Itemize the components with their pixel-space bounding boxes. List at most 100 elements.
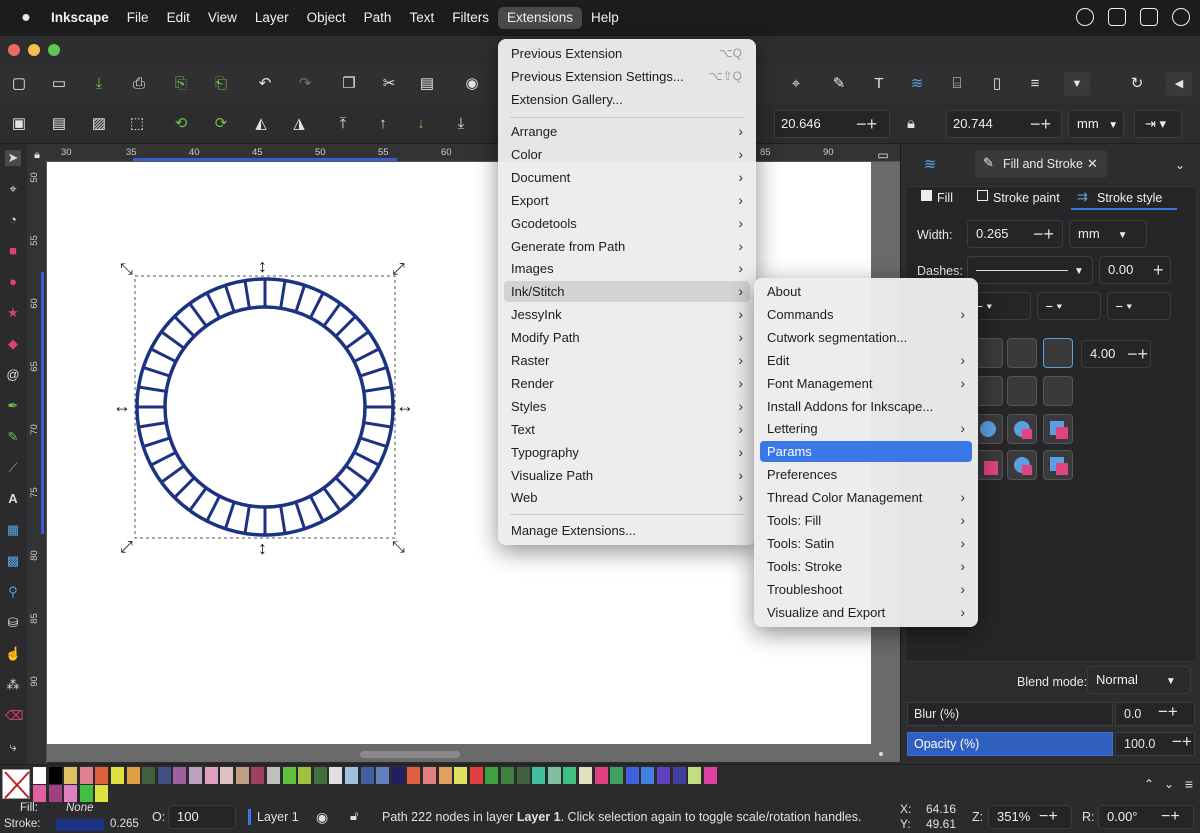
- menu-item-ink-stitch[interactable]: Ink/Stitch ›: [504, 281, 750, 303]
- color-swatch[interactable]: [313, 767, 327, 784]
- palette-menu-icon[interactable]: ≡: [1180, 775, 1198, 793]
- stroke-paint-tab[interactable]: Stroke paint: [993, 191, 1060, 205]
- rotation-field[interactable]: 0.00° −+: [1098, 805, 1194, 829]
- lower-icon[interactable]: ↓: [412, 115, 430, 133]
- snap-icon[interactable]: ⌖: [787, 75, 805, 93]
- more-icon[interactable]: ▼: [1064, 72, 1090, 96]
- power-icon[interactable]: [1076, 8, 1094, 26]
- color-swatch[interactable]: [454, 767, 468, 784]
- import-icon[interactable]: ⎘: [172, 75, 190, 93]
- color-swatch[interactable]: [360, 767, 374, 784]
- shape-builder-icon[interactable]: ◔: [5, 212, 21, 228]
- raise-icon[interactable]: ↑: [374, 115, 392, 133]
- close-tab-icon[interactable]: ✕: [1087, 156, 1098, 172]
- menu-app[interactable]: Inkscape: [42, 7, 118, 29]
- menu-item-previous-extension[interactable]: Previous Extension ⌥Q: [504, 43, 750, 64]
- width-minus-plus[interactable]: −+: [1033, 221, 1054, 247]
- color-swatch[interactable]: [64, 785, 78, 802]
- menu-item-visualize-path[interactable]: Visualize Path ›: [504, 465, 750, 486]
- palette-scroll-up-icon[interactable]: ⌃: [1140, 775, 1158, 793]
- cut-icon[interactable]: ✂: [380, 75, 398, 93]
- color-swatch[interactable]: [220, 767, 234, 784]
- submenu-item-troubleshoot[interactable]: Troubleshoot ›: [760, 579, 972, 600]
- fill-stroke-tab[interactable]: ✎ Fill and Stroke ✕: [975, 150, 1107, 178]
- color-swatch[interactable]: [157, 767, 171, 784]
- color-swatch[interactable]: [64, 767, 78, 784]
- rotate-ccw-icon[interactable]: ⟲: [172, 115, 190, 133]
- minimize-window-icon[interactable]: [28, 44, 40, 56]
- menu-help[interactable]: Help: [582, 7, 628, 29]
- menu-text[interactable]: Text: [400, 7, 443, 29]
- color-swatch[interactable]: [345, 767, 358, 784]
- stroke-color-swatch[interactable]: [56, 819, 104, 831]
- menu-item-color[interactable]: Color ›: [504, 144, 750, 165]
- blur-slider[interactable]: Blur (%): [907, 702, 1113, 726]
- menu-item-render[interactable]: Render ›: [504, 373, 750, 394]
- menu-view[interactable]: View: [199, 7, 246, 29]
- color-swatch[interactable]: [142, 767, 156, 784]
- paint-bucket-icon[interactable]: ⛁: [5, 615, 21, 631]
- color-swatch[interactable]: [95, 767, 109, 784]
- lower-bottom-icon[interactable]: ⤓: [452, 115, 470, 133]
- miter-minus-plus[interactable]: −+: [1127, 341, 1148, 367]
- color-swatch[interactable]: [688, 767, 702, 784]
- menu-filters[interactable]: Filters: [443, 7, 498, 29]
- stroke-width-indicator[interactable]: 0.265: [110, 818, 139, 830]
- paint-order-icon[interactable]: [1007, 450, 1037, 480]
- submenu-item-preferences[interactable]: Preferences: [760, 464, 972, 485]
- color-swatch[interactable]: [235, 767, 249, 784]
- color-swatch[interactable]: [48, 767, 62, 784]
- save-icon[interactable]: ⤓: [90, 75, 108, 93]
- order-markers-icon[interactable]: [1043, 414, 1073, 444]
- color-swatch[interactable]: [641, 767, 655, 784]
- layer-lock-icon[interactable]: 🔓︎: [350, 808, 358, 824]
- color-swatch[interactable]: [407, 767, 421, 784]
- flip-horizontal-icon[interactable]: ◭: [252, 115, 270, 133]
- selector-tool-icon[interactable]: ➤: [5, 150, 21, 166]
- transform-options[interactable]: ⇥ ▾: [1134, 110, 1182, 138]
- raise-top-icon[interactable]: ⤒: [334, 115, 352, 133]
- cap-square-icon[interactable]: [1043, 376, 1073, 406]
- align-icon[interactable]: ≡: [1026, 75, 1044, 93]
- submenu-item-params[interactable]: Params: [760, 441, 972, 463]
- menu-item-raster[interactable]: Raster ›: [504, 350, 750, 371]
- horizontal-scrollbar[interactable]: [360, 751, 460, 758]
- layer-visibility-icon[interactable]: ◉: [316, 809, 328, 826]
- dropper-tool-icon[interactable]: ⚲: [5, 584, 21, 600]
- calligraphy-tool-icon[interactable]: ⟋: [5, 460, 21, 476]
- color-swatch[interactable]: [33, 767, 46, 784]
- flip-vertical-icon[interactable]: ◮: [290, 115, 308, 133]
- stroke-paint-tab-icon[interactable]: [977, 190, 988, 201]
- open-icon[interactable]: ▭: [50, 75, 68, 93]
- submenu-item-font-management[interactable]: Font Management ›: [760, 373, 972, 394]
- menu-item-styles[interactable]: Styles ›: [504, 396, 750, 417]
- redo-icon[interactable]: ↷: [296, 75, 314, 93]
- menu-path[interactable]: Path: [355, 7, 401, 29]
- color-swatch[interactable]: [204, 767, 218, 784]
- spiral-tool-icon[interactable]: @: [5, 367, 21, 383]
- rectangle-tool-icon[interactable]: ■: [5, 243, 21, 259]
- paste-icon[interactable]: ▤: [418, 75, 436, 93]
- opacity-field[interactable]: 100.0 −+: [1115, 732, 1195, 756]
- print-icon[interactable]: ⎙: [130, 75, 148, 93]
- color-swatch[interactable]: [267, 767, 280, 784]
- color-swatch[interactable]: [33, 785, 46, 802]
- menu-item-document[interactable]: Document ›: [504, 167, 750, 188]
- ellipse-tool-icon[interactable]: ●: [5, 274, 21, 290]
- zoom-field[interactable]: 351% −+: [988, 805, 1072, 829]
- dash-offset-plus[interactable]: +: [1153, 257, 1164, 283]
- gradient-tool-icon[interactable]: ▦: [5, 522, 21, 538]
- lock-guides-icon[interactable]: 🔒︎: [31, 146, 43, 161]
- menu-item-web[interactable]: Web ›: [504, 487, 750, 508]
- vertical-ruler[interactable]: 50 55 60 65 70 75 80 85 90: [27, 160, 47, 764]
- cap-round-icon[interactable]: [1007, 376, 1037, 406]
- spray-tool-icon[interactable]: ⁂: [5, 677, 21, 693]
- clock-icon[interactable]: [1172, 8, 1190, 26]
- color-swatch[interactable]: [251, 767, 265, 784]
- palette-scroll-down-icon[interactable]: ⌄: [1160, 775, 1178, 793]
- end-marker-dropdown[interactable]: ⎯ ▾: [1107, 292, 1171, 320]
- menu-item-images[interactable]: Images ›: [504, 258, 750, 279]
- paint-order-icon[interactable]: [1043, 450, 1073, 480]
- opacity-minus-plus[interactable]: −+: [1172, 732, 1192, 752]
- document-properties-icon[interactable]: ▯: [988, 75, 1006, 93]
